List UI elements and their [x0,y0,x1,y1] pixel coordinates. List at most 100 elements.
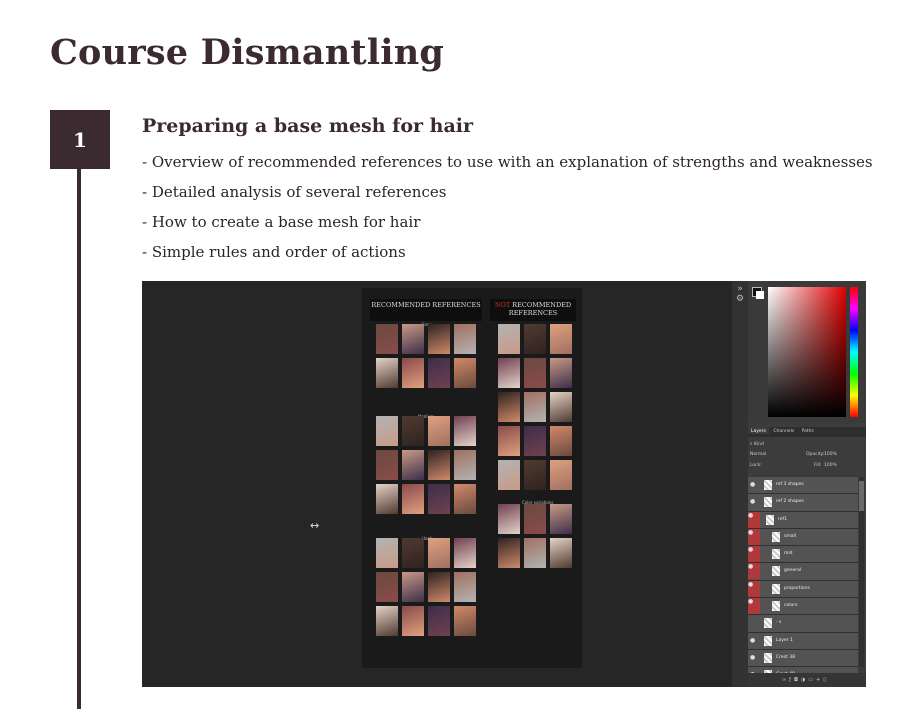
not-label: NOT [494,301,511,309]
reference-thumbnail [524,426,546,456]
reference-board: RECOMMENDED REFERENCES NOT RECOMMENDED R… [362,288,582,668]
reference-thumbnail [550,392,572,422]
bullet-item: - Detailed analysis of several reference… [142,183,447,201]
hue-slider[interactable] [850,287,858,417]
bullet-item: - Overview of recommended references to … [142,153,873,171]
layer-thumbnail [764,497,772,508]
layer-row[interactable]: ● small [748,528,858,547]
visibility-eye-icon[interactable]: ● [748,563,760,580]
fill-value[interactable]: 100% [824,462,837,470]
reference-thumbnail [376,484,398,514]
bullet-list: - Overview of recommended references to … [142,152,873,272]
reference-thumbnail [524,392,546,422]
background-color-swatch[interactable] [756,291,764,299]
folder-icon[interactable]: ▭ [808,677,816,683]
reference-thumbnail [376,324,398,354]
layer-name: - s [776,620,782,626]
layer-thumbnail [772,601,780,612]
mask-icon[interactable]: ◘ [794,677,801,683]
reference-thumbnail [550,324,572,354]
reference-thumbnail [428,450,450,480]
layer-thumbnail [764,618,772,629]
layer-name: small [784,533,796,539]
reference-thumbnail [402,572,424,602]
blend-row: Normal Opacity: 100% [750,451,862,459]
trash-icon[interactable]: ▯ [823,677,829,683]
reference-thumbnail [376,538,398,568]
reference-thumbnail [550,358,572,388]
reference-thumbnail [524,538,546,568]
reference-thumbnail [454,324,476,354]
reference-thumbnail [454,538,476,568]
reference-thumbnail [498,426,520,456]
layer-row[interactable]: - s [748,615,858,633]
scrollbar-thumb[interactable] [859,481,864,511]
layer-row[interactable]: ● general [748,563,858,581]
layer-name: Layer 1 [776,637,793,643]
visibility-eye-icon[interactable]: ● [750,654,758,661]
color-picker-panel [748,281,866,423]
right-panels: Layers Channels Paths ⌕ Kind Normal Opac… [748,281,866,687]
reference-thumbnail [376,606,398,636]
layer-thumbnail [766,514,774,525]
reference-thumbnail [402,606,424,636]
layer-row[interactable]: ● Crest 38 [748,649,858,668]
timeline-line [77,140,81,709]
reference-thumbnail [454,416,476,446]
layer-row[interactable]: ● Layer 1 [748,632,858,650]
layer-name: Crest 38 [776,654,795,660]
reference-thumbnail [402,484,424,514]
tab-paths[interactable]: Paths [799,427,817,434]
visibility-eye-icon[interactable]: ● [748,580,760,597]
layers-tabs: Layers Channels Paths [748,427,866,437]
reference-thumbnail [428,572,450,602]
reference-thumbnail [524,460,546,490]
visibility-eye-icon[interactable]: ● [750,498,758,505]
visibility-eye-icon[interactable]: ● [748,511,760,528]
tab-layers[interactable]: Layers [748,427,769,434]
reference-thumbnail [428,538,450,568]
photoshop-screenshot: ↔ RECOMMENDED REFERENCES NOT RECOMMENDED… [142,281,866,687]
layer-row[interactable]: ● ref1 [748,511,858,529]
reference-thumbnail [402,416,424,446]
reference-thumbnail [428,606,450,636]
reference-thumbnail [454,606,476,636]
layer-row[interactable]: ● proportions [748,580,858,599]
reference-thumbnail [524,324,546,354]
reference-thumbnail [376,416,398,446]
layer-row[interactable]: ● ref 2 shapes [748,494,858,512]
reference-thumbnail [428,324,450,354]
reference-thumbnail [524,358,546,388]
adjustments-icon[interactable]: ⚙ [734,293,746,305]
bullet-item: - How to create a base mesh for hair [142,213,421,231]
layer-row[interactable]: ● mid [748,546,858,564]
color-field[interactable] [768,287,846,417]
visibility-eye-icon[interactable]: ● [748,528,760,545]
bullet-item: - Simple rules and order of actions [142,243,406,261]
opacity-value[interactable]: 100% [824,451,837,459]
reference-thumbnail [498,358,520,388]
reference-thumbnail [498,392,520,422]
layers-scrollbar[interactable] [859,477,864,667]
visibility-eye-icon[interactable]: ● [750,637,758,644]
layer-row[interactable]: ● colors [748,598,858,616]
layer-list: ● ref 3 shapes ● ref 2 shapes ● ref1 ● small ● mi… [748,477,858,685]
visibility-eye-icon[interactable]: ● [748,546,760,563]
blend-mode-select[interactable]: Normal [750,452,766,457]
reference-thumbnail [454,572,476,602]
kind-filter[interactable]: Kind [754,442,764,447]
layer-name: colors [784,603,798,609]
step-number-badge: 1 [50,110,110,169]
layer-thumbnail [764,635,772,646]
visibility-eye-icon[interactable]: ● [750,481,758,488]
layer-row[interactable]: ● ref 3 shapes [748,477,858,495]
lock-label: Lock: [750,463,762,468]
canvas-area: ↔ RECOMMENDED REFERENCES NOT RECOMMENDED… [142,281,732,687]
visibility-eye-icon[interactable]: ● [748,598,760,615]
layer-name: ref1 [778,516,787,522]
reference-thumbnail [498,504,520,534]
reference-thumbnail [550,538,572,568]
lock-row: Lock: Fill: 100% [750,462,862,470]
tab-channels[interactable]: Channels [770,427,797,434]
reference-thumbnail [402,324,424,354]
